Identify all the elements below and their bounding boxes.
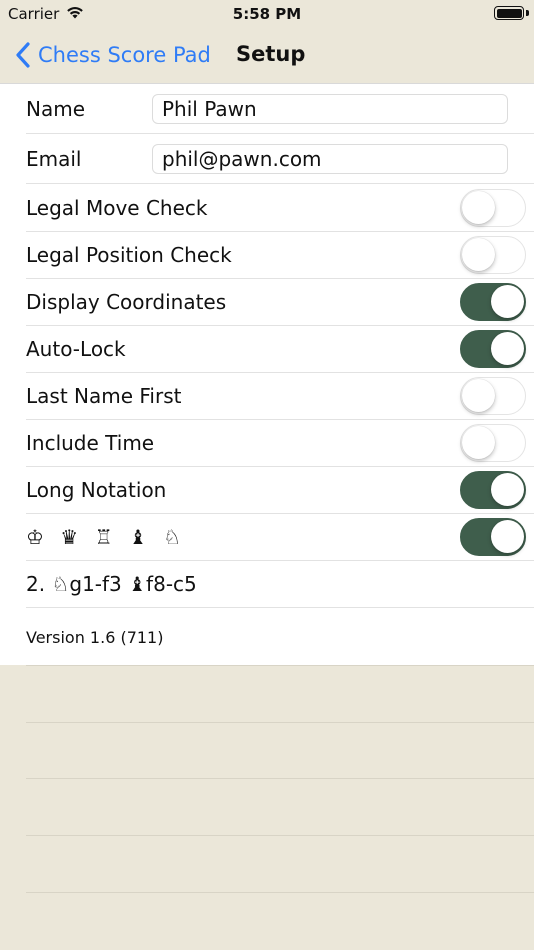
back-button[interactable]: Chess Score Pad	[14, 38, 211, 72]
name-row: Name	[26, 85, 534, 134]
figurine-notation-toggle[interactable]	[460, 518, 526, 556]
last-name-first-toggle[interactable]	[460, 377, 526, 415]
toggle-label: Last Name First	[26, 384, 182, 408]
toggle-label: Long Notation	[26, 478, 167, 502]
toggle-label: Auto-Lock	[26, 337, 126, 361]
include-time-toggle[interactable]	[460, 424, 526, 462]
toggle-row-figurine-notation: ♔ ♛ ♖ ♝ ♘	[26, 514, 534, 561]
toggle-row-long-notation: Long Notation	[26, 467, 534, 514]
back-button-label: Chess Score Pad	[38, 43, 211, 67]
battery-cap	[526, 10, 529, 16]
version-row: Version 1.6 (711)	[26, 610, 534, 664]
setup-screen: Carrier 5:58 PM Chess Score Pad Setup Na…	[0, 0, 534, 950]
toggle-row-auto-lock: Auto-Lock	[26, 326, 534, 373]
separator-line	[26, 835, 534, 836]
status-bar: Carrier 5:58 PM	[0, 0, 534, 30]
email-label: Email	[26, 147, 82, 171]
auto-lock-toggle[interactable]	[460, 330, 526, 368]
display-coordinates-toggle[interactable]	[460, 283, 526, 321]
long-notation-toggle[interactable]	[460, 471, 526, 509]
chevron-left-icon	[16, 42, 30, 68]
notation-example-row: 2. ♘g1-f3 ♝f8-c5	[26, 561, 534, 608]
notation-example: 2. ♘g1-f3 ♝f8-c5	[26, 572, 197, 596]
toggle-row-legal-move-check: Legal Move Check	[26, 185, 534, 232]
chess-pieces-label: ♔ ♛ ♖ ♝ ♘	[26, 525, 187, 549]
toggle-label: Legal Position Check	[26, 243, 232, 267]
toggle-row-display-coordinates: Display Coordinates	[26, 279, 534, 326]
toggle-row-include-time: Include Time	[26, 420, 534, 467]
name-label: Name	[26, 97, 86, 121]
version-label: Version 1.6 (711)	[26, 627, 164, 647]
page-title: Setup	[236, 42, 306, 66]
toggle-label: Legal Move Check	[26, 196, 208, 220]
navigation-bar: Chess Score Pad Setup	[0, 30, 534, 82]
separator-line	[26, 665, 534, 666]
toggle-label: Display Coordinates	[26, 290, 227, 314]
separator-line	[26, 892, 534, 893]
email-row: Email	[26, 135, 534, 184]
name-field[interactable]	[152, 94, 508, 124]
toggle-row-last-name-first: Last Name First	[26, 373, 534, 420]
settings-table: Name Email Legal Move Check Legal Positi…	[0, 83, 534, 665]
legal-position-check-toggle[interactable]	[460, 236, 526, 274]
legal-move-check-toggle[interactable]	[460, 189, 526, 227]
clock: 5:58 PM	[232, 5, 302, 23]
email-field[interactable]	[152, 144, 508, 174]
separator-line	[26, 722, 534, 723]
toggle-row-legal-position-check: Legal Position Check	[26, 232, 534, 279]
separator-line	[26, 778, 534, 779]
toggle-label: Include Time	[26, 431, 155, 455]
battery-icon	[494, 6, 524, 20]
